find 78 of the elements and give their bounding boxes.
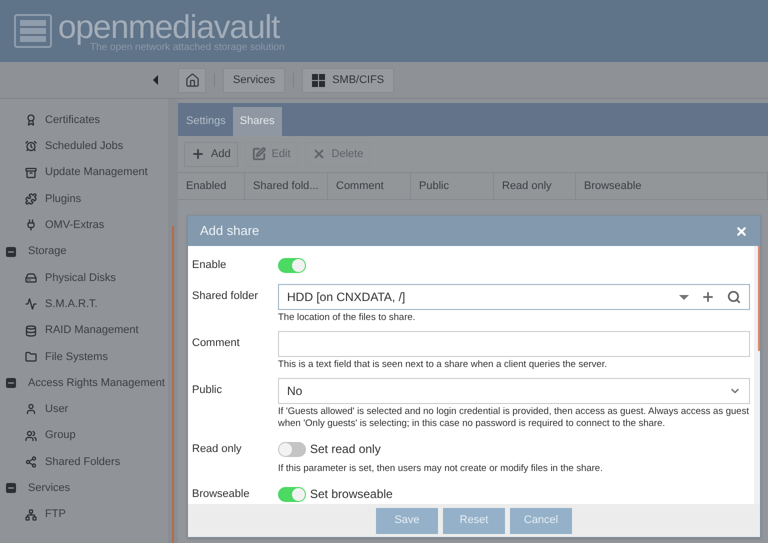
- folder-combo-field[interactable]: HDD [on CNXDATA, /]: [278, 284, 750, 310]
- toggle-switch[interactable]: [278, 486, 306, 502]
- dialog-button[interactable]: Reset: [443, 508, 505, 534]
- sidebar-item[interactable]: RAID Management: [45, 322, 139, 339]
- sidebar-item-icon: [25, 456, 37, 468]
- sidebar-item[interactable]: Scheduled Jobs: [45, 138, 124, 155]
- switch-label: Set read only: [310, 441, 381, 458]
- sidebar-item-icon: [25, 219, 37, 232]
- sidebar-item-icon: [25, 193, 37, 206]
- dialog-button[interactable]: Cancel: [510, 508, 572, 534]
- field-label: Shared folder: [192, 288, 260, 304]
- dialog-title: Add share: [200, 222, 260, 240]
- sidebar-item-icon: [25, 166, 37, 179]
- column-header[interactable]: Shared fold...: [245, 173, 328, 199]
- sidebar-group[interactable]: Services: [28, 480, 70, 497]
- sidebar-group[interactable]: Access Rights Management: [28, 374, 165, 392]
- sidebar-item-icon: [25, 298, 37, 310]
- breadcrumb-item[interactable]: SMB/CIFS: [302, 68, 394, 92]
- sidebar-item-icon: [25, 324, 37, 337]
- field-label: Public: [192, 382, 223, 398]
- collapse-icon[interactable]: [6, 378, 16, 388]
- field-hint: The location of the files to share.: [278, 312, 416, 324]
- server-logo-icon: [14, 14, 52, 48]
- collapse-caret-icon[interactable]: [153, 75, 158, 85]
- column-header[interactable]: Read only: [494, 173, 576, 199]
- field-hint: If 'Guests allowed' is selected and no login credential is provided, then access as guest. Always access as guest when 'Only guests' is selecting; in this case no password is required to connect to the share.: [278, 406, 750, 430]
- close-icon[interactable]: [735, 224, 748, 238]
- sidebar-item-icon: [25, 403, 37, 416]
- logo-text: openmediavault: [58, 10, 280, 42]
- home-button[interactable]: [178, 68, 206, 92]
- windows-logo-icon: [312, 74, 326, 86]
- column-header[interactable]: Enabled: [178, 173, 245, 199]
- search-icon[interactable]: [727, 290, 741, 304]
- tab[interactable]: Settings: [179, 107, 233, 136]
- sidebar-item[interactable]: Certificates: [45, 112, 100, 128]
- breadcrumb-item[interactable]: Services: [223, 68, 286, 92]
- field-label: Browseable: [192, 486, 250, 502]
- toggle-switch[interactable]: [278, 258, 306, 272]
- collapse-icon[interactable]: [6, 246, 16, 257]
- sidebar-item[interactable]: Update Management: [45, 164, 148, 181]
- toolbar-button[interactable]: Add: [184, 142, 238, 166]
- field-hint: If this parameter is set, then users may not create or modify files in the share.: [278, 463, 604, 475]
- sidebar-item[interactable]: File Systems: [45, 348, 108, 366]
- sidebar-item[interactable]: Physical Disks: [45, 270, 116, 286]
- comment-input-field[interactable]: [278, 331, 750, 357]
- sidebar-item-icon: [25, 140, 37, 152]
- sidebar-item[interactable]: OMV-Extras: [45, 217, 104, 234]
- sidebar-item[interactable]: S.M.A.R.T.: [45, 296, 98, 312]
- sidebar-item[interactable]: Plugins: [45, 190, 82, 208]
- toolbar-icon: [312, 147, 326, 161]
- sidebar-item[interactable]: Group: [45, 427, 76, 444]
- column-header[interactable]: Public: [411, 173, 494, 199]
- sidebar-item[interactable]: FTP: [45, 506, 66, 523]
- sidebar-item-icon: [25, 350, 37, 363]
- field-hint: This is a text field that is seen next to a share when a client queries the server.: [278, 359, 608, 371]
- sidebar-item-icon: [25, 508, 37, 521]
- field-label: Enable: [192, 258, 228, 273]
- sidebar-item[interactable]: Shared Folders: [45, 454, 120, 470]
- tab[interactable]: Shares: [232, 107, 282, 136]
- column-header[interactable]: Browseable: [576, 173, 768, 199]
- public-select-field[interactable]: No: [278, 378, 750, 404]
- dialog-button[interactable]: Save: [376, 508, 438, 534]
- field-label: Read only: [192, 442, 243, 457]
- home-icon: [184, 72, 200, 88]
- sidebar-item-icon: [25, 114, 37, 126]
- collapse-icon[interactable]: [6, 483, 16, 494]
- add-icon[interactable]: [701, 290, 715, 304]
- sidebar-item-icon: [25, 272, 37, 284]
- sidebar-group[interactable]: Storage: [28, 243, 67, 260]
- column-header[interactable]: Comment: [328, 173, 411, 199]
- sidebar-item[interactable]: User: [45, 401, 68, 418]
- toggle-switch[interactable]: [278, 442, 306, 456]
- field-label: Comment: [192, 336, 241, 351]
- toolbar-icon: [191, 147, 205, 161]
- sidebar-item-icon: [25, 430, 37, 442]
- dropdown-caret-icon[interactable]: [679, 294, 689, 300]
- toolbar-icon: [252, 147, 266, 161]
- switch-label: Set browseable: [310, 486, 393, 503]
